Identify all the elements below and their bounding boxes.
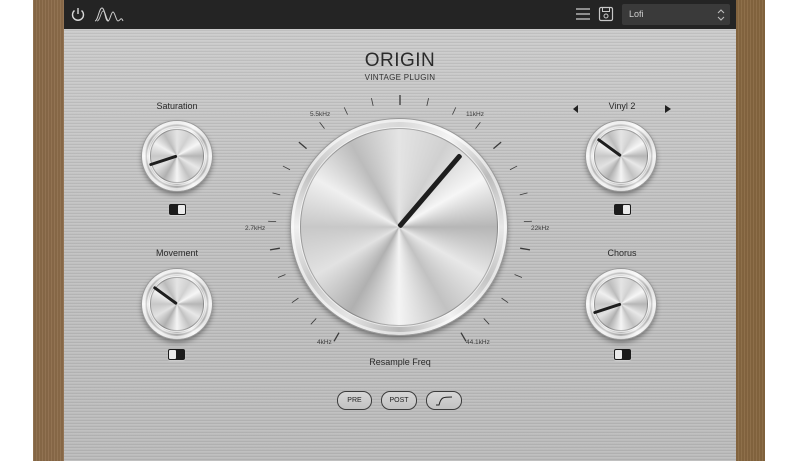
- movement-label: Movement: [155, 248, 199, 258]
- scale-label-44-1khz: 44.1kHz: [466, 339, 490, 346]
- scale-label-4khz: 4kHz: [317, 339, 332, 346]
- saturation-knob[interactable]: [142, 121, 212, 191]
- preset-value: Lofi: [629, 9, 644, 19]
- plugin-subtitle: VINTAGE PLUGIN: [364, 73, 436, 82]
- vinyl-knob[interactable]: [586, 121, 656, 191]
- chorus-label: Chorus: [607, 248, 637, 258]
- saturation-toggle[interactable]: [169, 204, 186, 215]
- scale-label-11khz: 11kHz: [466, 111, 484, 118]
- preset-selector[interactable]: Lofi: [622, 4, 730, 25]
- saturation-toggle-nub: [178, 205, 185, 214]
- plugin-title: ORIGIN: [364, 50, 436, 71]
- up-down-arrows-icon[interactable]: [716, 7, 726, 23]
- scale-tick: [269, 247, 280, 251]
- scale-tick: [426, 98, 429, 107]
- scale-tick: [475, 122, 481, 129]
- menu-icon[interactable]: [575, 7, 591, 21]
- vinyl-label: Vinyl 2: [608, 101, 636, 111]
- scale-tick: [493, 141, 502, 150]
- vinyl-next-icon[interactable]: [665, 100, 671, 118]
- scale-tick: [298, 141, 307, 150]
- scale-tick: [319, 122, 325, 129]
- scale-tick: [333, 332, 340, 342]
- scale-tick: [452, 107, 457, 115]
- vinyl-knob-face: [594, 129, 648, 183]
- chorus-knob[interactable]: [586, 269, 656, 339]
- movement-knob[interactable]: [142, 269, 212, 339]
- filter-curve-icon: [436, 396, 453, 405]
- scale-tick: [310, 318, 317, 325]
- vinyl-toggle[interactable]: [614, 204, 631, 215]
- scale-tick: [291, 297, 299, 304]
- scale-tick: [520, 247, 531, 251]
- scale-tick: [272, 192, 281, 196]
- scale-label-2-7khz: 2.7kHz: [245, 225, 266, 232]
- power-icon[interactable]: [70, 6, 86, 22]
- scale-tick: [343, 107, 348, 115]
- plugin-panel: ORIGIN VINTAGE PLUGIN Saturation Movemen…: [64, 29, 736, 461]
- resample-freq-label: Resample Freq: [369, 357, 431, 367]
- scale-label-22khz: 22kHz: [531, 225, 550, 232]
- scale-tick: [514, 274, 523, 278]
- scale-tick: [509, 165, 518, 171]
- vinyl-toggle-nub: [623, 205, 630, 214]
- scale-tick: [371, 98, 374, 107]
- save-icon[interactable]: [598, 6, 614, 22]
- filter-shape-button[interactable]: [426, 391, 462, 410]
- scale-tick: [519, 192, 528, 196]
- scale-label-5-5khz: 5.5kHz: [310, 111, 331, 118]
- pre-button[interactable]: PRE: [337, 391, 372, 410]
- scale-tick: [483, 318, 490, 325]
- scale-tick: [282, 165, 291, 171]
- scale-tick: [501, 297, 509, 304]
- scale-tick: [277, 274, 286, 278]
- resample-freq-knob[interactable]: [291, 119, 507, 335]
- waveform-logo-icon: [94, 6, 124, 22]
- movement-knob-face: [150, 277, 204, 331]
- post-button[interactable]: POST: [381, 391, 417, 410]
- saturation-label: Saturation: [156, 101, 198, 111]
